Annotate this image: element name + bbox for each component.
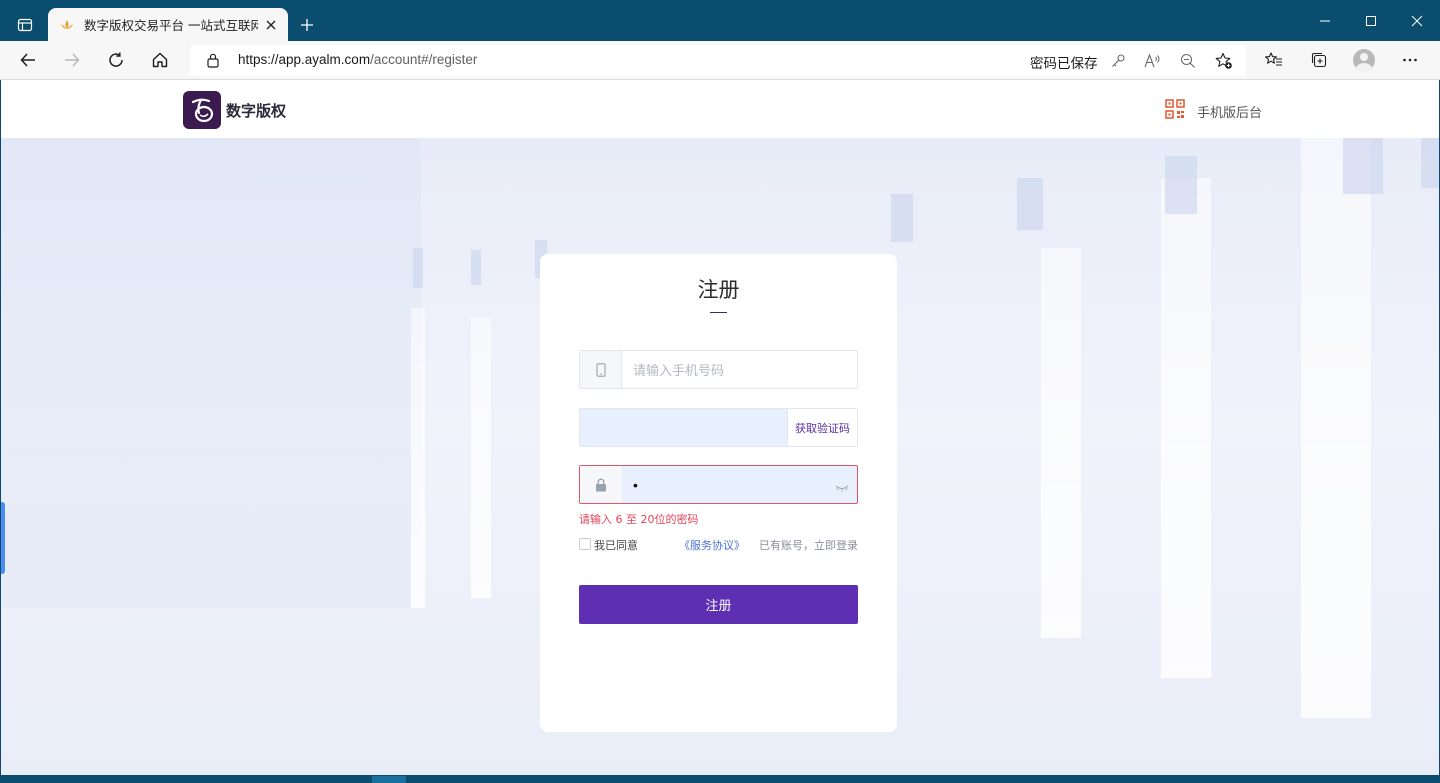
tab-actions-icon[interactable] (8, 11, 42, 39)
service-agreement-link[interactable]: 《服务协议》 (679, 537, 745, 553)
phone-field (579, 350, 858, 389)
browser-toolbar: https://app.ayalm.com/account#/register … (0, 41, 1440, 80)
bg-pillar (411, 308, 425, 608)
agree-label[interactable]: 我已同意 (594, 537, 638, 553)
more-icon[interactable] (1394, 44, 1426, 76)
home-icon[interactable] (144, 44, 176, 76)
avatar (1353, 49, 1375, 71)
url-host: https://app.ayalm.com (238, 52, 371, 67)
verification-code-field: 获取验证码 (579, 408, 858, 447)
bg-window (1421, 138, 1439, 188)
mobile-admin-link[interactable]: 手机版后台 (1165, 99, 1262, 123)
phone-icon (580, 351, 622, 388)
login-link[interactable]: 已有账号，立即登录 (759, 537, 858, 553)
bg-window (413, 248, 423, 288)
brand-name: 数字版权 (226, 101, 287, 120)
taskbar-strip (0, 775, 1440, 783)
close-icon[interactable] (262, 16, 280, 34)
padlock-icon (580, 466, 622, 503)
collections-icon[interactable] (1303, 44, 1335, 76)
bg-window (1165, 156, 1197, 214)
forward-arrow-icon[interactable] (56, 44, 88, 76)
back-arrow-icon[interactable] (12, 44, 44, 76)
taskbar-active-item[interactable] (372, 776, 406, 783)
browser-tab[interactable]: 数字版权交易平台 一站式互联网 (48, 8, 288, 41)
eye-closed-icon[interactable] (835, 478, 849, 497)
register-card: 注册 获取验证码 请输入 6 至 20位的密码 我已同意 《服务协议》 (540, 254, 897, 732)
bg-window (891, 194, 913, 242)
maximize-button[interactable] (1348, 0, 1394, 41)
minimize-button[interactable] (1302, 0, 1348, 41)
title-underline (710, 312, 727, 313)
password-error-message: 请输入 6 至 20位的密码 (579, 513, 699, 526)
add-favorite-icon[interactable] (1214, 51, 1234, 71)
url-path: /account#/register (370, 52, 478, 67)
logo-mark-icon (183, 91, 221, 129)
bg-pillar (1041, 248, 1081, 638)
refresh-icon[interactable] (100, 44, 132, 76)
bg-pillar (1161, 178, 1211, 678)
zoom-out-icon[interactable] (1178, 51, 1198, 71)
agree-checkbox[interactable] (579, 538, 591, 550)
url-text: https://app.ayalm.com/account#/register (238, 52, 477, 67)
password-field (579, 465, 858, 504)
address-bar[interactable]: https://app.ayalm.com/account#/register … (190, 45, 1246, 76)
window-close-button[interactable] (1394, 0, 1440, 41)
tab-title: 数字版权交易平台 一站式互联网 (84, 18, 258, 33)
mobile-admin-label: 手机版后台 (1197, 105, 1263, 121)
page-title: 注册 (697, 278, 740, 302)
verification-code-input[interactable] (590, 419, 780, 437)
favorites-icon[interactable] (1258, 44, 1290, 76)
site-logo[interactable]: 数字版权 (183, 91, 286, 129)
profile-icon[interactable] (1348, 44, 1380, 76)
bg-window (471, 250, 481, 285)
register-button[interactable]: 注册 (579, 585, 858, 624)
key-icon[interactable] (1108, 51, 1128, 71)
bg-window (1017, 178, 1043, 230)
read-aloud-icon[interactable] (1142, 51, 1162, 71)
qr-code-icon (1165, 99, 1185, 123)
bg-window (1343, 138, 1383, 194)
get-code-button[interactable]: 获取验证码 (787, 409, 857, 446)
agreement-row: 我已同意 《服务协议》 已有账号，立即登录 (579, 536, 858, 552)
bg-pillar (1301, 138, 1371, 718)
password-input[interactable] (633, 476, 833, 494)
phone-input[interactable] (633, 361, 843, 379)
lock-icon[interactable] (206, 52, 220, 72)
bg-wall-left (1, 138, 421, 608)
side-feedback-tab[interactable] (1, 502, 5, 574)
lotus-favicon-icon (58, 16, 76, 34)
browser-titlebar: 数字版权交易平台 一站式互联网 (0, 0, 1440, 41)
bg-pillar (471, 318, 491, 598)
plus-icon[interactable] (294, 12, 320, 38)
page-viewport: 数字版权 手机版后台 注册 请输入手机号码 获取验证码 • 请输入 6 至 20… (1, 80, 1439, 775)
site-header: 数字版权 手机版后台 (1, 80, 1439, 138)
password-saved-label[interactable]: 密码已保存 (1030, 52, 1098, 72)
